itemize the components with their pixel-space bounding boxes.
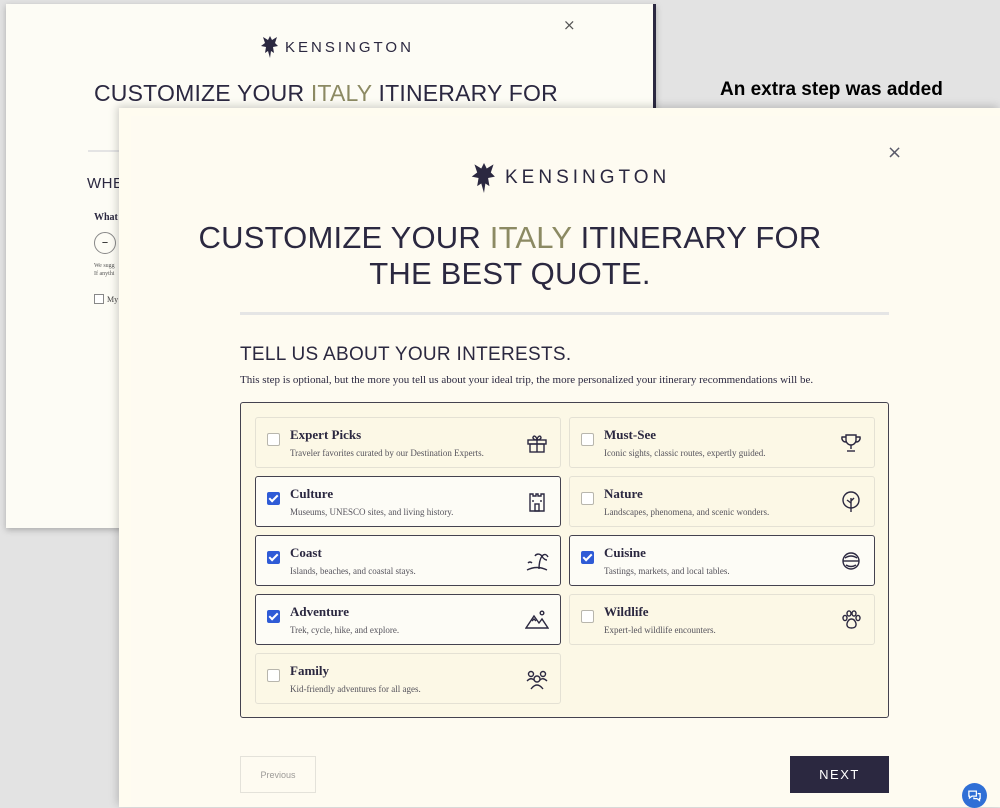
interest-option-wildlife[interactable]: Wildlife Expert-led wildlife encounters. — [569, 594, 875, 645]
interest-option-family[interactable]: Family Kid-friendly adventures for all a… — [255, 653, 561, 704]
option-description: Islands, beaches, and coastal stays. — [290, 566, 416, 576]
interest-option-adventure[interactable]: Adventure Trek, cycle, hike, and explore… — [255, 594, 561, 645]
option-description: Tastings, markets, and local tables. — [604, 566, 730, 576]
previous-button[interactable]: Previous — [240, 756, 316, 793]
interest-option-nature[interactable]: Nature Landscapes, phenomena, and scenic… — [569, 476, 875, 527]
checkbox[interactable] — [581, 551, 594, 564]
next-button[interactable]: NEXT — [790, 756, 889, 793]
option-title: Coast — [290, 545, 322, 560]
chat-icon — [968, 790, 981, 802]
food-bowl-icon — [839, 549, 863, 573]
option-title: Culture — [290, 486, 334, 501]
option-description: Museums, UNESCO sites, and living histor… — [290, 507, 454, 517]
option-title: Nature — [604, 486, 643, 501]
checkbox[interactable] — [581, 433, 594, 446]
checkbox-option[interactable]: My — [94, 294, 118, 304]
family-icon — [525, 667, 549, 691]
paw-icon — [839, 608, 863, 632]
brand-logo: KENSINGTON — [469, 160, 670, 196]
brand-wordmark: KENSINGTON — [505, 167, 671, 188]
option-description: Traveler favorites curated by our Destin… — [290, 448, 484, 458]
palm-island-icon — [525, 549, 549, 573]
option-description: Landscapes, phenomena, and scenic wonder… — [604, 507, 770, 517]
checkbox[interactable] — [581, 492, 594, 505]
interest-option-must-see[interactable]: Must-See Iconic sights, classic routes, … — [569, 417, 875, 468]
annotation-label: An extra step was added — [720, 79, 943, 100]
checkbox[interactable] — [94, 294, 104, 304]
option-description: Iconic sights, classic routes, expertly … — [604, 448, 766, 458]
gift-icon — [525, 431, 549, 455]
destination-accent: ITALY — [489, 220, 572, 255]
interest-option-expert-picks[interactable]: Expert Picks Traveler favorites curated … — [255, 417, 561, 468]
interest-option-coast[interactable]: Coast Islands, beaches, and coastal stay… — [255, 535, 561, 586]
option-title: Wildlife — [604, 604, 649, 619]
option-title: Must-See — [604, 427, 656, 442]
decrement-button[interactable]: – — [94, 232, 116, 254]
option-title: Cuisine — [604, 545, 646, 560]
help-text: We sugg If anythi — [94, 263, 115, 277]
checkbox[interactable] — [581, 610, 594, 623]
checkbox[interactable] — [267, 669, 280, 682]
option-title: Expert Picks — [290, 427, 362, 442]
interest-option-cuisine[interactable]: Cuisine Tastings, markets, and local tab… — [569, 535, 875, 586]
option-description: Expert-led wildlife encounters. — [604, 625, 716, 635]
close-icon[interactable]: × — [887, 142, 902, 163]
checkbox[interactable] — [267, 433, 280, 446]
griffin-logo-icon — [471, 163, 495, 193]
tree-icon — [839, 490, 863, 514]
mountain-icon — [524, 608, 550, 632]
close-icon[interactable]: × — [563, 16, 576, 34]
checkbox[interactable] — [267, 492, 280, 505]
castle-icon — [525, 490, 549, 514]
option-title: Adventure — [290, 604, 349, 619]
question-label: What — [94, 212, 118, 223]
option-description: Trek, cycle, hike, and explore. — [290, 625, 400, 635]
page-title: CUSTOMIZE YOUR ITALY ITINERARY FOR — [94, 80, 558, 106]
checkbox[interactable] — [267, 610, 280, 623]
interests-panel: Expert Picks Traveler favorites curated … — [240, 402, 889, 718]
section-description: This step is optional, but the more you … — [240, 374, 814, 386]
trophy-icon — [839, 431, 863, 455]
option-title: Family — [290, 663, 329, 678]
interests-step-modal: × KENSINGTON CUSTOMIZE YOUR ITALY ITINER… — [119, 108, 1000, 807]
divider — [240, 312, 889, 315]
page-title: CUSTOMIZE YOUR ITALY ITINERARY FOR THE B… — [198, 220, 822, 291]
option-description: Kid-friendly adventures for all ages. — [290, 684, 421, 694]
section-title: TELL US ABOUT YOUR INTERESTS. — [240, 344, 572, 365]
chat-support-button[interactable] — [962, 783, 987, 808]
brand-logo: KENSINGTON — [259, 34, 414, 60]
checkbox[interactable] — [267, 551, 280, 564]
interest-option-culture[interactable]: Culture Museums, UNESCO sites, and livin… — [255, 476, 561, 527]
brand-wordmark: KENSINGTON — [285, 38, 414, 56]
griffin-logo-icon — [261, 36, 278, 58]
